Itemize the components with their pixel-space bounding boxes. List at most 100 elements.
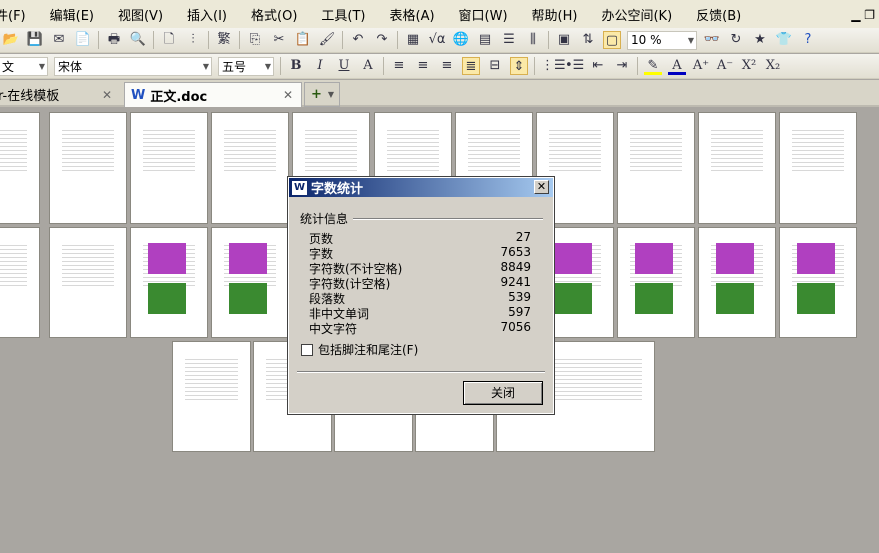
hyperlink-icon[interactable]: 🌐 [452, 31, 470, 49]
font-size-select[interactable]: 五号 ▼ [218, 56, 274, 76]
increase-indent-icon[interactable]: ⇥ [613, 57, 631, 75]
print-icon[interactable]: 🖶 [105, 31, 123, 49]
format-painter-icon[interactable]: 🖌 [318, 31, 336, 49]
redo-icon[interactable]: ↷ [373, 31, 391, 49]
menu-item[interactable]: 编辑(E) [50, 5, 94, 24]
revision-icon[interactable]: ⇅ [579, 31, 597, 49]
dialog-titlebar[interactable]: W 字数统计 [289, 178, 553, 197]
menu-item[interactable]: 表格(A) [390, 5, 435, 24]
grow-font-button[interactable]: A⁺ [692, 57, 710, 75]
justify-icon[interactable]: ≣ [462, 57, 480, 75]
shrink-font-button[interactable]: A⁻ [716, 57, 734, 75]
page-thumbnail[interactable] [779, 227, 857, 338]
undo-icon[interactable]: ↶ [349, 31, 367, 49]
numbering-icon[interactable]: ⋮☰ [541, 57, 566, 75]
format-toolbar: 文 ▼ 宋体 ▼ 五号 ▼ B I U A ≡ ≡ ≡ ≣ ⊟ ⇕ ⋮☰ •☰ ⇤ ⇥… [0, 54, 879, 79]
italic-button[interactable]: I [311, 57, 329, 75]
tab-label: 正文.doc [150, 89, 208, 105]
align-center-icon[interactable]: ≡ [414, 57, 432, 75]
superscript-button[interactable]: X² [740, 57, 758, 75]
page-thumbnail[interactable] [49, 112, 127, 224]
page-thumbnail[interactable] [698, 227, 776, 338]
page-thumbnail[interactable] [779, 112, 857, 224]
print-preview-icon[interactable]: 🔍 [129, 31, 147, 49]
dialog-title: 字数统计 [311, 182, 364, 197]
menu-item[interactable]: 插入(I) [187, 5, 227, 24]
page-thumbnail[interactable] [172, 341, 251, 452]
page-thumbnail[interactable] [617, 227, 695, 338]
menu-item[interactable]: 反馈(B) [696, 5, 741, 24]
pdf-icon[interactable]: 📄 [74, 31, 92, 49]
chart-icon[interactable]: ⫼ [524, 31, 542, 49]
align-right-icon[interactable]: ≡ [438, 57, 456, 75]
find-icon[interactable]: 👓 [703, 31, 721, 49]
menu-item[interactable]: 文件(F) [0, 5, 26, 24]
subscript-button[interactable]: X₂ [764, 57, 782, 75]
page-thumbnail[interactable] [130, 227, 208, 338]
cut-icon[interactable]: ✂ [270, 31, 288, 49]
close-tab-icon[interactable]: ✕ [102, 88, 112, 102]
page-break-icon[interactable]: ⫶ [184, 31, 202, 49]
page-thumbnail[interactable] [130, 112, 208, 224]
page-thumbnail[interactable] [49, 227, 127, 338]
underline-button[interactable]: U [335, 57, 353, 75]
bullets-icon[interactable]: •☰ [565, 57, 584, 75]
font-color-button[interactable]: A [668, 57, 686, 75]
page-thumbnail[interactable] [211, 112, 289, 224]
zoom-select[interactable]: 10 % ▼ [627, 30, 697, 50]
style-select[interactable]: 文 ▼ [0, 56, 48, 76]
email-icon[interactable]: ✉ [50, 31, 68, 49]
highlight-icon[interactable]: ✎ [644, 57, 662, 75]
traditional-chinese-button[interactable]: 繁 [215, 31, 233, 49]
page-thumbnail[interactable] [211, 227, 289, 338]
spreadsheet-icon[interactable]: ▦ [404, 31, 422, 49]
tab-document[interactable]: W 正文.doc ✕ [124, 82, 302, 107]
menu-item[interactable]: 视图(V) [118, 5, 163, 24]
menu-item[interactable]: 工具(T) [321, 5, 365, 24]
close-tab-icon[interactable]: ✕ [283, 88, 293, 102]
zoom-value: 10 % [631, 33, 662, 47]
page-thumbnail[interactable] [0, 112, 40, 224]
help-icon[interactable]: ? [799, 31, 817, 49]
skin-icon[interactable]: 👕 [775, 31, 793, 49]
new-tab-button[interactable]: + ▼ [304, 82, 340, 107]
save-icon[interactable]: 💾 [26, 31, 44, 49]
document-map-icon[interactable]: ▣ [555, 31, 573, 49]
paste-icon[interactable]: 📋 [294, 31, 312, 49]
menu-bar: 文件(F) 编辑(E) 视图(V) 插入(I) 格式(O) 工具(T) 表格(A) 窗口(W)… [0, 0, 879, 28]
include-footnotes-checkbox[interactable]: 包括脚注和尾注(F) [301, 341, 418, 358]
window-controls[interactable]: ▁ ❐ [851, 8, 875, 22]
stat-label: 中文字符 [309, 322, 358, 336]
favorites-icon[interactable]: ★ [751, 31, 769, 49]
checkbox-box[interactable] [301, 343, 313, 356]
new-doc-icon[interactable]: 🗋 [160, 31, 178, 49]
menu-item[interactable]: 帮助(H) [532, 5, 578, 24]
open-icon[interactable]: 📂 [2, 31, 20, 49]
table-icon[interactable]: ▤ [476, 31, 494, 49]
refresh-icon[interactable]: ↻ [727, 31, 745, 49]
page-thumbnail[interactable] [0, 227, 40, 338]
close-button[interactable]: 关闭 [463, 381, 543, 405]
dialog-close-icon[interactable]: ✕ [534, 180, 549, 194]
decrease-indent-icon[interactable]: ⇤ [589, 57, 607, 75]
align-left-icon[interactable]: ≡ [390, 57, 408, 75]
font-select[interactable]: 宋体 ▼ [54, 56, 212, 76]
checkbox-label: 包括脚注和尾注(F) [318, 343, 419, 357]
copy-icon[interactable]: ⎘ [246, 31, 264, 49]
page-thumbnail[interactable] [617, 112, 695, 224]
distribute-icon[interactable]: ⊟ [486, 57, 504, 75]
line-spacing-icon[interactable]: ⇕ [510, 57, 528, 75]
dialog-divider [297, 371, 545, 373]
stat-row: 中文字符 7056 [309, 320, 531, 337]
page-thumbnail[interactable] [698, 112, 776, 224]
columns-icon[interactable]: ☰ [500, 31, 518, 49]
page-view-icon[interactable]: ▢ [603, 31, 621, 49]
tab-online-templates[interactable]: r-在线模板 ✕ [0, 82, 120, 107]
menu-item[interactable]: 格式(O) [251, 5, 297, 24]
menu-item[interactable]: 窗口(W) [459, 5, 508, 24]
menu-item[interactable]: 办公空间(K) [601, 5, 672, 24]
formula-icon[interactable]: √α [428, 31, 446, 49]
char-border-button[interactable]: A [359, 57, 377, 75]
doc-icon: W [131, 87, 146, 103]
bold-button[interactable]: B [287, 57, 305, 75]
